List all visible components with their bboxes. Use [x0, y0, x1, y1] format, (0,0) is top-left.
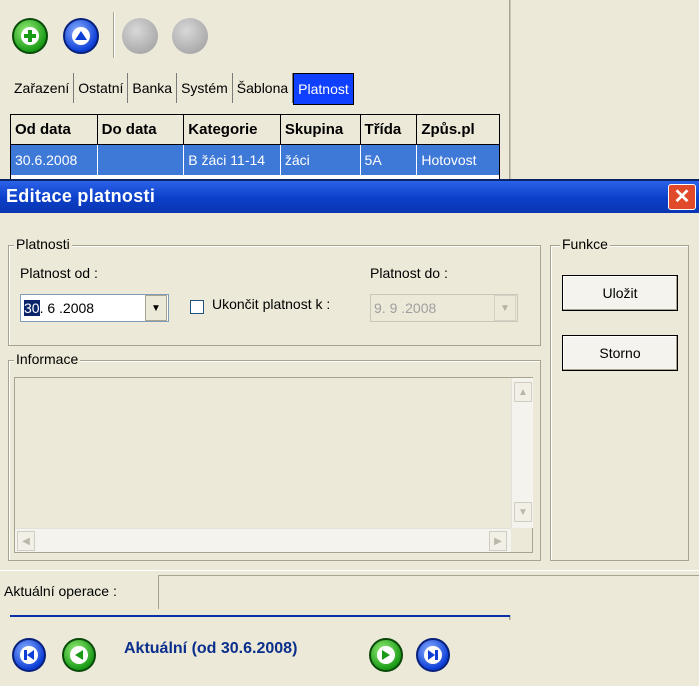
skip-forward-icon: [424, 646, 442, 664]
tab-strip: Zařazení Ostatní Banka Systém Šablona Pl…: [10, 73, 354, 105]
plus-circle-icon: [21, 27, 39, 45]
informace-group-title: Informace: [14, 351, 81, 367]
move-up-button[interactable]: [63, 18, 99, 54]
platnost-od-selected-day: 30: [24, 300, 40, 316]
cancel-button[interactable]: Storno: [562, 335, 678, 371]
platnost-od-rest: . 6 .2008: [39, 300, 95, 316]
arrow-right-icon: [377, 646, 395, 664]
last-record-button[interactable]: [416, 638, 450, 672]
ukoncit-checkbox[interactable]: [190, 300, 204, 314]
column-header[interactable]: Kategorie: [184, 115, 281, 144]
column-header[interactable]: Třída: [361, 115, 418, 144]
platnost-do-label: Platnost do :: [370, 265, 448, 281]
column-header[interactable]: Do data: [98, 115, 185, 144]
close-icon: ✕: [673, 186, 691, 208]
first-record-button[interactable]: [12, 638, 46, 672]
informace-textarea[interactable]: ▲ ▼ ◀ ▶: [14, 377, 533, 553]
scroll-down-icon[interactable]: ▼: [514, 502, 532, 522]
current-record-label: Aktuální (od 30.6.2008): [124, 640, 298, 657]
status-field: [158, 575, 699, 609]
chevron-down-icon[interactable]: ▼: [145, 295, 167, 321]
table-cell: žáci: [281, 145, 361, 175]
dialog-titlebar: Editace platnosti ✕: [0, 181, 699, 213]
tab-ostatni[interactable]: Ostatní: [74, 73, 129, 103]
previous-record-button[interactable]: [62, 638, 96, 672]
grid-header: Od data Do data Kategorie Skupina Třída …: [11, 115, 499, 145]
platnost-do-combo[interactable]: 9. 9 .2008 ▼: [370, 294, 518, 322]
save-button[interactable]: Uložit: [562, 275, 678, 311]
dialog-title: Editace platnosti: [6, 186, 156, 206]
table-cell: 5A: [361, 145, 418, 175]
table-cell: [98, 145, 185, 175]
status-label: Aktuální operace :: [4, 583, 117, 599]
tab-banka[interactable]: Banka: [128, 73, 178, 103]
add-button[interactable]: [12, 18, 48, 54]
chevron-down-icon[interactable]: ▼: [494, 295, 516, 321]
scroll-left-icon[interactable]: ◀: [17, 531, 35, 551]
ukoncit-label: Ukončit platnost k :: [212, 296, 331, 312]
table-cell: Hotovost: [421, 152, 477, 168]
funkce-group-title: Funkce: [560, 236, 610, 252]
column-header[interactable]: Od data: [11, 115, 98, 144]
tab-sablona[interactable]: Šablona: [232, 73, 294, 103]
platnost-od-label: Platnost od :: [20, 265, 98, 281]
tab-zarazeni[interactable]: Zařazení: [10, 73, 75, 103]
scroll-right-icon[interactable]: ▶: [489, 531, 507, 551]
tab-system[interactable]: Systém: [177, 73, 233, 103]
column-header[interactable]: Skupina: [281, 115, 361, 144]
scroll-up-icon[interactable]: ▲: [514, 382, 532, 402]
column-header[interactable]: Způs.pl: [417, 115, 499, 144]
arrow-left-icon: [70, 646, 88, 664]
arrow-up-circle-icon: [72, 27, 90, 45]
toolbar-separator: [113, 12, 115, 58]
close-button[interactable]: ✕: [668, 184, 696, 210]
horizontal-scrollbar[interactable]: ◀ ▶: [15, 528, 511, 552]
validity-grid: Od data Do data Kategorie Skupina Třída …: [10, 114, 500, 180]
platnost-do-value: 9. 9 .2008: [374, 300, 437, 316]
table-cell: 30.6.2008: [11, 145, 98, 175]
platnost-od-value: 30. 6 .2008: [21, 300, 145, 316]
table-row[interactable]: 30.6.2008 B žáci 11-14 žáci 5A Hotovost: [11, 145, 499, 175]
skip-back-icon: [20, 646, 38, 664]
table-cell: B žáci 11-14: [184, 145, 281, 175]
tab-platnost[interactable]: Platnost: [293, 73, 354, 105]
platnosti-group-title: Platnosti: [14, 236, 72, 252]
vertical-scrollbar[interactable]: ▲ ▼: [511, 378, 533, 528]
disabled-button-1[interactable]: [122, 18, 158, 54]
status-bar: Aktuální operace :: [0, 570, 699, 615]
edit-validity-dialog: Editace platnosti ✕ Platnosti Platnost o…: [0, 179, 699, 615]
platnost-od-combo[interactable]: 30. 6 .2008 ▼: [20, 294, 169, 322]
disabled-button-2[interactable]: [172, 18, 208, 54]
next-record-button[interactable]: [369, 638, 403, 672]
